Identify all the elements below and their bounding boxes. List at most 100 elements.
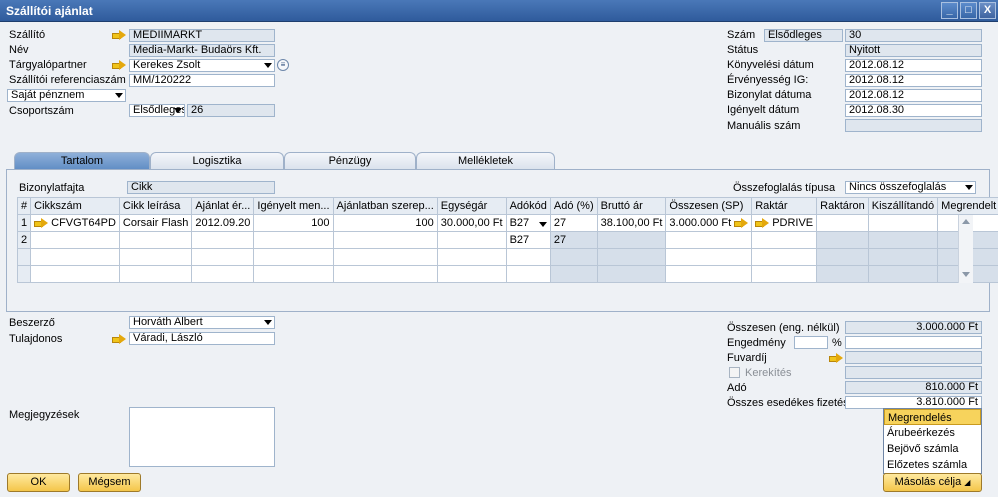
table-cell[interactable]	[751, 231, 818, 249]
table-cell[interactable]: 2012.09.20	[191, 214, 255, 232]
table-cell[interactable]	[253, 231, 334, 249]
column-header[interactable]: Egységár	[436, 197, 507, 215]
table-cell[interactable]	[505, 248, 551, 266]
table-cell[interactable]	[816, 214, 869, 232]
tab-logistics[interactable]: Logisztika	[150, 152, 284, 170]
owner-field[interactable]: Váradi, László	[129, 332, 275, 345]
freight-field[interactable]	[845, 351, 982, 364]
column-header[interactable]: Adó (%)	[549, 197, 598, 215]
discount-percent-field[interactable]	[794, 336, 828, 349]
table-vertical-scrollbar[interactable]	[958, 215, 973, 283]
table-cell[interactable]	[191, 231, 255, 249]
table-row[interactable]	[16, 248, 998, 266]
table-cell[interactable]	[665, 248, 753, 266]
freight-arrow-icon[interactable]	[829, 353, 843, 363]
table-cell[interactable]	[816, 265, 869, 283]
table-cell[interactable]	[118, 265, 193, 283]
column-header[interactable]: Cikkszám	[30, 197, 120, 215]
table-cell[interactable]	[191, 265, 255, 283]
close-button[interactable]: X	[979, 2, 996, 19]
name-field[interactable]: Media-Markt- Budaörs Kft.	[129, 44, 275, 57]
table-cell[interactable]: CFVGT64PD	[30, 214, 120, 232]
chevron-down-icon[interactable]	[538, 222, 547, 227]
summary-type-select[interactable]: Nincs összefoglalás	[845, 181, 976, 194]
column-header[interactable]: Raktáron	[816, 197, 869, 215]
table-cell[interactable]	[751, 265, 818, 283]
minimize-button[interactable]: _	[941, 2, 958, 19]
table-cell[interactable]	[596, 265, 667, 283]
table-cell[interactable]	[16, 248, 32, 266]
menu-item-down-payment-invoice[interactable]: Előzetes számla	[884, 457, 981, 473]
table-cell[interactable]	[867, 248, 939, 266]
menu-item-purchase-order[interactable]: Megrendelés	[884, 409, 981, 425]
supplier-link-arrow-icon[interactable]	[112, 30, 126, 40]
menu-item-goods-receipt[interactable]: Árubeérkezés	[884, 425, 981, 441]
owner-link-arrow-icon[interactable]	[112, 334, 126, 344]
table-cell[interactable]: PDRIVE	[751, 214, 818, 232]
tab-attachments[interactable]: Mellékletek	[416, 152, 555, 170]
ref-field[interactable]: MM/120222	[129, 74, 275, 87]
table-cell[interactable]	[30, 265, 120, 283]
column-header[interactable]: Cikk leírása	[118, 197, 193, 215]
tab-contents[interactable]: Tartalom	[14, 152, 150, 170]
table-row[interactable]	[16, 265, 998, 283]
table-cell[interactable]	[332, 265, 438, 283]
link-arrow-icon[interactable]	[34, 218, 49, 229]
table-cell[interactable]	[751, 248, 818, 266]
scroll-down-icon[interactable]	[962, 272, 970, 277]
table-cell[interactable]: 3.000.000 Ft	[665, 214, 753, 232]
table-cell[interactable]: 100	[253, 214, 334, 232]
table-cell[interactable]: Corsair Flash	[118, 214, 193, 232]
maximize-button[interactable]: □	[960, 2, 977, 19]
table-cell[interactable]	[436, 248, 507, 266]
buyer-select[interactable]: Horváth Albert	[129, 316, 275, 329]
table-cell[interactable]	[816, 231, 869, 249]
ok-button[interactable]: OK	[7, 473, 70, 492]
doc-series-select[interactable]: Elsődleges	[764, 29, 843, 42]
table-cell[interactable]	[332, 231, 438, 249]
contact-select[interactable]: Kerekes Zsolt	[129, 59, 275, 72]
table-row[interactable]: 2 B27 27	[16, 231, 998, 249]
table-cell[interactable]	[816, 248, 869, 266]
table-cell[interactable]	[549, 248, 598, 266]
column-header[interactable]: #	[16, 197, 32, 215]
column-header[interactable]: Megrendelt	[937, 197, 998, 215]
table-cell[interactable]	[191, 248, 255, 266]
table-cell[interactable]	[16, 265, 32, 283]
table-cell[interactable]	[436, 231, 507, 249]
table-cell[interactable]	[867, 214, 939, 232]
cancel-button[interactable]: Mégsem	[78, 473, 141, 492]
rounding-checkbox[interactable]	[729, 367, 740, 378]
column-header[interactable]: Adókód	[505, 197, 551, 215]
column-header[interactable]: Ajánlat ér...	[191, 197, 255, 215]
remarks-textarea[interactable]	[129, 407, 275, 467]
document-date-field[interactable]: 2012.08.12	[845, 89, 982, 102]
table-cell[interactable]: 30.000,00 Ft	[436, 214, 507, 232]
series-select[interactable]: Elsődleges	[129, 104, 185, 117]
table-cell[interactable]	[596, 231, 667, 249]
table-cell[interactable]	[596, 248, 667, 266]
table-cell[interactable]	[118, 231, 193, 249]
table-cell[interactable]: B27	[505, 231, 551, 249]
table-cell[interactable]	[436, 265, 507, 283]
column-header[interactable]: Igényelt men...	[253, 197, 334, 215]
table-cell[interactable]	[867, 265, 939, 283]
series-number-field[interactable]: 26	[187, 104, 275, 117]
currency-select[interactable]: Saját pénznem	[7, 89, 126, 102]
discount-amount-field[interactable]	[845, 336, 982, 349]
table-row[interactable]: 1 CFVGT64PD Corsair Flash 2012.09.20 100 100 3…	[16, 214, 998, 232]
table-cell[interactable]	[118, 248, 193, 266]
doc-number-field[interactable]: 30	[845, 29, 982, 42]
table-cell[interactable]: 38.100,00 Ft	[596, 214, 667, 232]
column-header[interactable]: Összesen (SP)	[665, 197, 753, 215]
column-header[interactable]: Bruttó ár	[596, 197, 667, 215]
table-cell[interactable]	[549, 265, 598, 283]
column-header[interactable]: Ajánlatban szerep...	[332, 197, 438, 215]
table-cell[interactable]: 100	[332, 214, 438, 232]
table-cell[interactable]	[332, 248, 438, 266]
manual-number-field[interactable]	[845, 119, 982, 132]
scroll-up-icon[interactable]	[962, 219, 970, 224]
copy-to-button[interactable]: Másolás célja ◢	[883, 473, 982, 492]
table-cell[interactable]	[505, 265, 551, 283]
table-cell[interactable]	[253, 248, 334, 266]
